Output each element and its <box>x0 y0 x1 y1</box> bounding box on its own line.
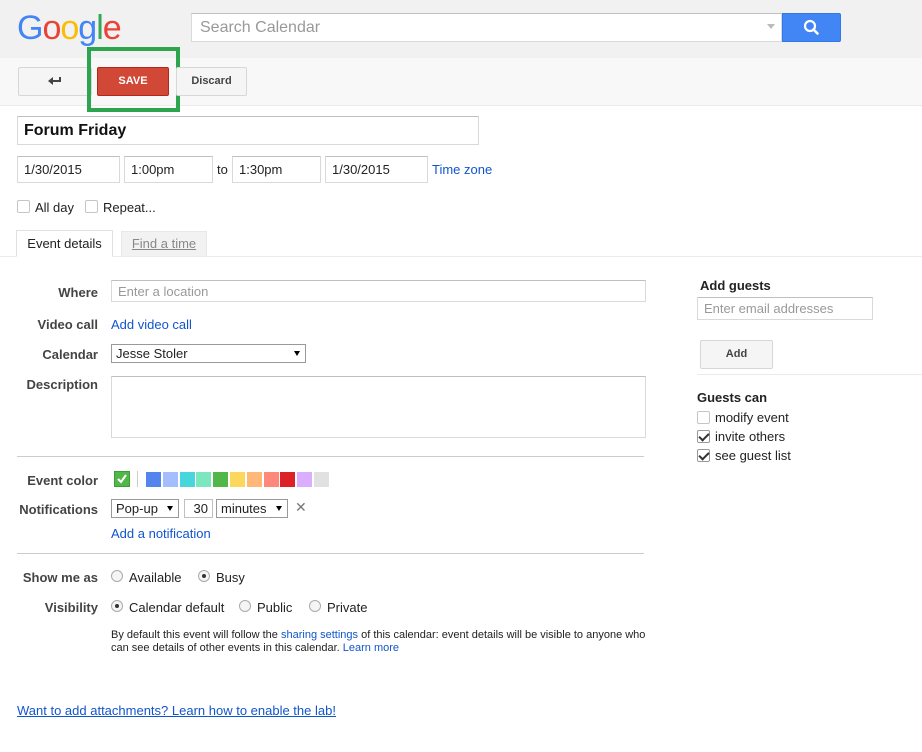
color-swatch[interactable] <box>263 472 279 487</box>
add-video-call-link[interactable]: Add video call <box>111 317 192 332</box>
chevron-down-icon <box>167 506 173 511</box>
repeat-checkbox[interactable] <box>85 200 98 213</box>
calendar-select[interactable]: Jesse Stoler <box>111 344 306 363</box>
logo-letter: G <box>17 9 43 47</box>
color-swatch[interactable] <box>179 472 195 487</box>
start-date-input[interactable] <box>17 156 120 183</box>
notification-type-value: Pop-up <box>116 501 158 516</box>
start-time-input[interactable] <box>124 156 213 183</box>
learn-more-link[interactable]: Learn more <box>343 642 399 654</box>
discard-button[interactable]: Discard <box>176 67 247 96</box>
calendar-label: Calendar <box>42 347 98 362</box>
google-logo[interactable]: Google <box>17 8 122 48</box>
color-swatch[interactable] <box>230 472 245 487</box>
private-radio[interactable] <box>309 600 321 612</box>
add-guest-button[interactable]: Add <box>700 340 773 369</box>
public-radio[interactable] <box>239 600 251 612</box>
save-button[interactable]: SAVE <box>97 67 169 96</box>
color-swatch[interactable] <box>280 472 296 487</box>
divider <box>17 456 644 457</box>
calendar-default-label: Calendar default <box>129 600 225 615</box>
calendar-default-radio[interactable] <box>111 600 123 612</box>
search-input[interactable] <box>192 14 752 41</box>
notification-unit-select[interactable]: minutes <box>216 499 288 518</box>
modify-event-checkbox[interactable] <box>697 411 710 424</box>
invite-others-label: invite others <box>715 429 786 444</box>
all-day-label: All day <box>35 200 75 215</box>
divider <box>17 553 644 554</box>
available-label: Available <box>129 570 182 585</box>
search-box <box>191 13 782 42</box>
modify-event-label: modify event <box>715 410 789 425</box>
back-arrow-icon <box>48 77 61 85</box>
see-guest-list-label: see guest list <box>715 448 791 463</box>
to-label: to <box>217 162 228 177</box>
where-label: Where <box>58 285 98 300</box>
public-label: Public <box>257 600 293 615</box>
remove-notification-icon[interactable]: ✕ <box>295 499 307 516</box>
color-swatch[interactable] <box>146 472 161 487</box>
add-guests-heading: Add guests <box>700 278 771 293</box>
repeat-label[interactable]: Repeat... <box>103 200 156 215</box>
notifications-label: Notifications <box>19 502 98 517</box>
tab-event-details[interactable]: Event details <box>16 230 113 257</box>
back-button[interactable] <box>18 67 92 96</box>
end-time-input[interactable] <box>232 156 321 183</box>
invite-others-checkbox[interactable] <box>697 430 710 443</box>
search-icon <box>803 19 819 35</box>
search-button[interactable] <box>782 13 841 42</box>
event-color-label: Event color <box>27 473 98 488</box>
time-zone-link[interactable]: Time zone <box>432 162 492 177</box>
checkmark-icon <box>117 474 127 484</box>
notification-number-input[interactable]: 30 <box>184 499 213 518</box>
sharing-settings-link[interactable]: sharing settings <box>281 629 358 641</box>
guests-can-heading: Guests can <box>697 390 768 405</box>
chevron-down-icon <box>276 506 282 511</box>
visibility-label: Visibility <box>44 600 98 615</box>
default-color-swatch[interactable] <box>114 471 130 487</box>
end-date-input[interactable] <box>325 156 428 183</box>
show-me-as-label: Show me as <box>22 570 98 585</box>
add-notification-link[interactable]: Add a notification <box>111 526 211 541</box>
private-label: Private <box>327 600 368 615</box>
color-swatch[interactable] <box>162 472 178 487</box>
available-radio[interactable] <box>111 570 123 582</box>
tabs-divider <box>0 256 922 257</box>
divider <box>697 374 922 375</box>
all-day-checkbox[interactable] <box>17 200 30 213</box>
color-swatch[interactable] <box>297 472 313 487</box>
event-title-input[interactable] <box>17 116 479 145</box>
color-swatch[interactable] <box>196 472 212 487</box>
description-label: Description <box>26 377 98 392</box>
logo-letter: e <box>102 9 122 47</box>
video-call-label: Video call <box>37 317 98 332</box>
notification-unit-value: minutes <box>221 501 267 516</box>
color-swatch[interactable] <box>314 472 329 487</box>
search-options-dropdown-icon[interactable] <box>767 24 775 29</box>
logo-letter: o <box>42 9 61 47</box>
tab-find-a-time[interactable]: Find a time <box>121 231 207 256</box>
attachments-lab-link[interactable]: Want to add attachments? Learn how to en… <box>17 703 336 718</box>
location-input[interactable] <box>111 280 646 302</box>
calendar-select-value: Jesse Stoler <box>116 346 188 361</box>
busy-label: Busy <box>216 570 245 585</box>
visibility-note: By default this event will follow the sh… <box>111 629 651 655</box>
color-swatch[interactable] <box>213 472 229 487</box>
busy-radio[interactable] <box>198 570 210 582</box>
chevron-down-icon <box>294 351 300 356</box>
color-swatch[interactable] <box>246 472 262 487</box>
notification-type-select[interactable]: Pop-up <box>111 499 179 518</box>
logo-letter: o <box>60 9 79 47</box>
description-textarea[interactable] <box>111 376 646 438</box>
visibility-note-text: By default this event will follow the <box>111 629 281 641</box>
see-guest-list-checkbox[interactable] <box>697 449 710 462</box>
swatch-separator <box>137 471 138 487</box>
logo-letter: g <box>78 9 97 47</box>
guest-email-input[interactable] <box>697 297 873 320</box>
